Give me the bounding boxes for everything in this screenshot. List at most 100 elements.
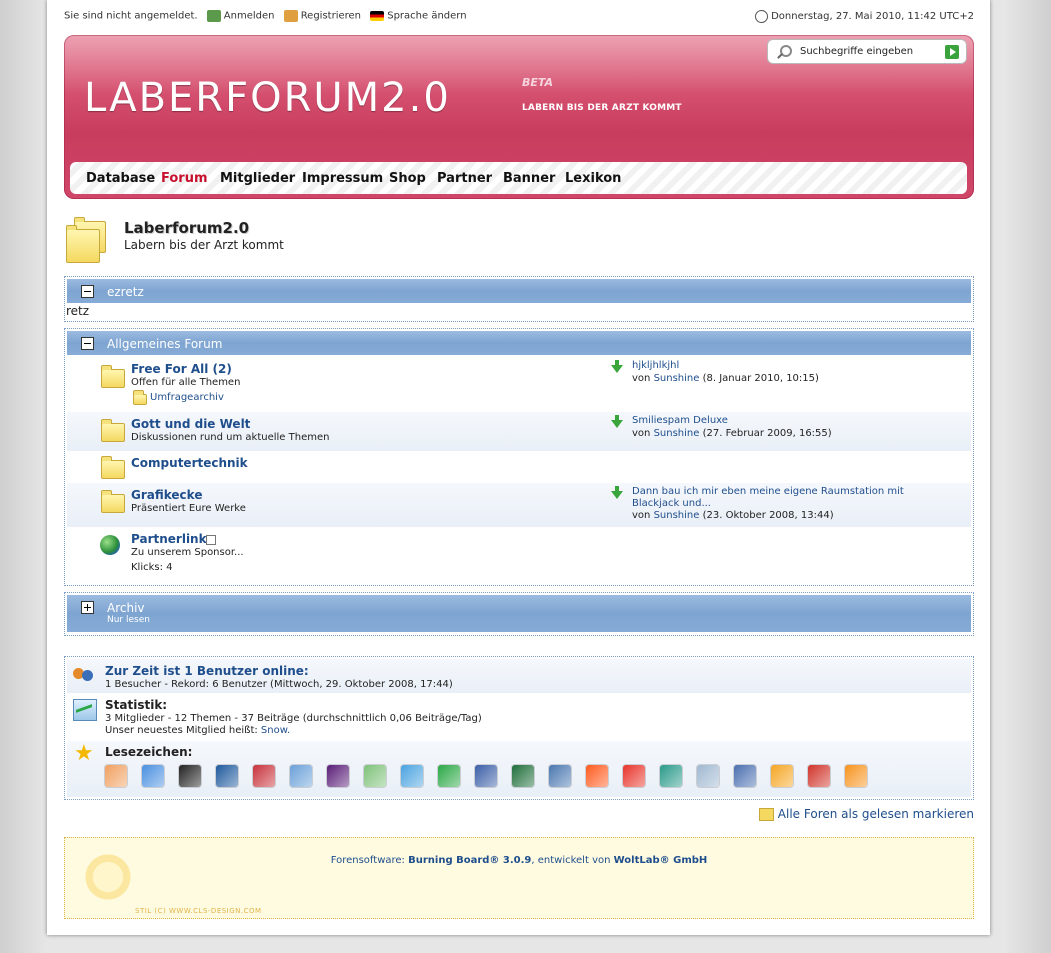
bookmark-service-icon[interactable] xyxy=(808,765,830,787)
bookmark-service-icon[interactable] xyxy=(549,765,571,787)
bookmark-service-icon[interactable] xyxy=(771,765,793,787)
category-title[interactable]: Archiv xyxy=(107,601,145,615)
online-title[interactable]: Zur Zeit ist 1 Benutzer online: xyxy=(105,664,309,678)
bookmark-service-icon[interactable] xyxy=(660,765,682,787)
bookmark-service-icon[interactable] xyxy=(401,765,423,787)
category-general: Allgemeines Forum Free For All (2) Offen… xyxy=(64,328,974,586)
newest-member: Unser neuestes Mitglied heißt: Snow. xyxy=(105,725,291,736)
bookmark-service-icon[interactable] xyxy=(623,765,645,787)
last-post-user[interactable]: Sunshine xyxy=(654,428,700,439)
last-post-user[interactable]: Sunshine xyxy=(654,510,700,521)
register-link[interactable]: Registrieren xyxy=(301,11,361,22)
bookmark-service-icon[interactable] xyxy=(586,765,608,787)
footer: Forensoftware: Burning Board® 3.0.9, ent… xyxy=(64,837,974,919)
nav-impressum[interactable]: Impressum xyxy=(302,171,383,186)
expand-icon[interactable] xyxy=(81,601,94,614)
search-input[interactable]: Suchbegriffe eingeben xyxy=(800,46,913,57)
page: Sie sind nicht angemeldet. Anmelden Regi… xyxy=(47,0,990,935)
login-link[interactable]: Anmelden xyxy=(224,11,275,22)
page-title: Laberforum2.0 xyxy=(124,219,250,237)
last-post-title[interactable]: hjkljhlkjhl xyxy=(632,360,679,371)
last-post-arrow-icon[interactable] xyxy=(611,486,623,499)
bookmark-service-icon[interactable] xyxy=(697,765,719,787)
register-icon xyxy=(283,10,298,22)
last-post-user[interactable]: Sunshine xyxy=(654,373,700,384)
last-post-title-cont[interactable]: Blackjack und... xyxy=(632,498,711,509)
board-title[interactable]: Partnerlink xyxy=(131,532,207,546)
board-description: Präsentiert Eure Werke xyxy=(131,503,246,514)
bookmark-service-icon[interactable] xyxy=(475,765,497,787)
bookmark-service-icon[interactable] xyxy=(142,765,164,787)
mark-all-read-label[interactable]: Alle Foren als gelesen markieren xyxy=(778,807,974,821)
last-post-title[interactable]: Dann bau ich mir eben meine eigene Raums… xyxy=(632,486,904,497)
last-post-meta: von Sunshine (23. Oktober 2008, 13:44) xyxy=(632,510,834,521)
online-description: 1 Besucher - Rekord: 6 Benutzer (Mittwoc… xyxy=(105,679,453,690)
sun-logo-icon xyxy=(73,842,143,912)
bookmark-service-icon[interactable] xyxy=(845,765,867,787)
site-slogan: LABERN BIS DER ARZT KOMMT xyxy=(522,103,682,113)
bookmark-service-icon[interactable] xyxy=(290,765,312,787)
bookmark-service-icon[interactable] xyxy=(438,765,460,787)
collapse-icon[interactable] xyxy=(81,285,94,298)
top-bar: Sie sind nicht angemeldet. Anmelden Regi… xyxy=(64,10,974,26)
newest-member-link[interactable]: Snow. xyxy=(261,725,290,736)
language-link[interactable]: Sprache ändern xyxy=(387,11,466,22)
last-post-arrow-icon[interactable] xyxy=(611,415,623,428)
company-link[interactable]: WoltLab® GmbH xyxy=(614,855,708,866)
category-title[interactable]: ezretz xyxy=(107,285,144,299)
last-post-title[interactable]: Smiliespam Deluxe xyxy=(632,415,728,426)
bookmark-service-icon[interactable] xyxy=(105,765,127,787)
beta-label: BETA xyxy=(522,76,554,89)
search-box[interactable]: Suchbegriffe eingeben xyxy=(768,40,966,63)
category-header[interactable]: Archiv Nur lesen xyxy=(67,595,971,632)
bookmark-service-icon[interactable] xyxy=(253,765,275,787)
board-clicks: Klicks: 4 xyxy=(131,562,173,573)
category-title[interactable]: Allgemeines Forum xyxy=(107,337,222,351)
nav-lexikon[interactable]: Lexikon xyxy=(565,171,621,186)
category-header[interactable]: ezretz xyxy=(67,279,971,303)
style-credit[interactable]: STIL (C) WWW.CLS-DESIGN.COM xyxy=(135,907,262,915)
site-logo[interactable]: LABERFORUM2.0 xyxy=(84,75,451,121)
search-submit-icon[interactable] xyxy=(945,45,959,59)
board-title[interactable]: Free For All (2) xyxy=(131,362,232,376)
collapse-icon[interactable] xyxy=(81,337,94,350)
software-link[interactable]: Burning Board® 3.0.9 xyxy=(408,855,531,866)
folder-check-icon xyxy=(758,808,774,821)
folder-icon xyxy=(101,419,125,442)
subforum-link[interactable]: Umfragearchiv xyxy=(150,392,224,403)
bookmarks-title: Lesezeichen: xyxy=(105,745,193,759)
category-archive: Archiv Nur lesen xyxy=(64,592,974,636)
nav-forum[interactable]: Forum xyxy=(161,171,208,186)
stats-box: Zur Zeit ist 1 Benutzer online: 1 Besuch… xyxy=(64,656,974,800)
clock-icon xyxy=(755,10,769,23)
bookmark-service-icon[interactable] xyxy=(734,765,756,787)
forum-folders-icon xyxy=(64,215,108,263)
star-icon: ★ xyxy=(74,741,94,766)
login-status: Sie sind nicht angemeldet. xyxy=(64,10,198,22)
statistics-title: Statistik: xyxy=(105,698,168,712)
bookmark-service-icon[interactable] xyxy=(364,765,386,787)
bookmark-service-icon[interactable] xyxy=(327,765,349,787)
nav-banner[interactable]: Banner xyxy=(503,171,555,186)
board-title[interactable]: Gott und die Welt xyxy=(131,417,250,431)
footer-credit: Forensoftware: Burning Board® 3.0.9, ent… xyxy=(330,855,708,866)
board-title[interactable]: Grafikecke xyxy=(131,488,202,502)
bookmark-service-icon[interactable] xyxy=(512,765,534,787)
statistics-row: Statistik: 3 Mitglieder - 12 Themen - 37… xyxy=(67,693,971,741)
bookmark-service-icon[interactable] xyxy=(216,765,238,787)
statistics-description: 3 Mitglieder - 12 Themen - 37 Beiträge (… xyxy=(105,713,482,724)
mark-all-read[interactable]: Alle Foren als gelesen markieren xyxy=(758,807,974,821)
board-title[interactable]: Computertechnik xyxy=(131,456,248,470)
login-icon xyxy=(206,10,221,22)
last-post-arrow-icon[interactable] xyxy=(611,360,623,373)
nav-shop[interactable]: Shop xyxy=(389,171,426,186)
category-header[interactable]: Allgemeines Forum xyxy=(67,331,971,355)
bookmark-icons xyxy=(105,765,905,789)
bookmark-service-icon[interactable] xyxy=(179,765,201,787)
datetime-wrap: Donnerstag, 27. Mai 2010, 11:42 UTC+2 xyxy=(755,10,974,23)
nav-partner[interactable]: Partner xyxy=(437,171,492,186)
nav-mitglieder[interactable]: Mitglieder xyxy=(220,171,295,186)
folder-icon xyxy=(101,365,125,388)
board-description: Diskussionen rund um aktuelle Themen xyxy=(131,432,330,443)
nav-database[interactable]: Database xyxy=(86,171,155,186)
